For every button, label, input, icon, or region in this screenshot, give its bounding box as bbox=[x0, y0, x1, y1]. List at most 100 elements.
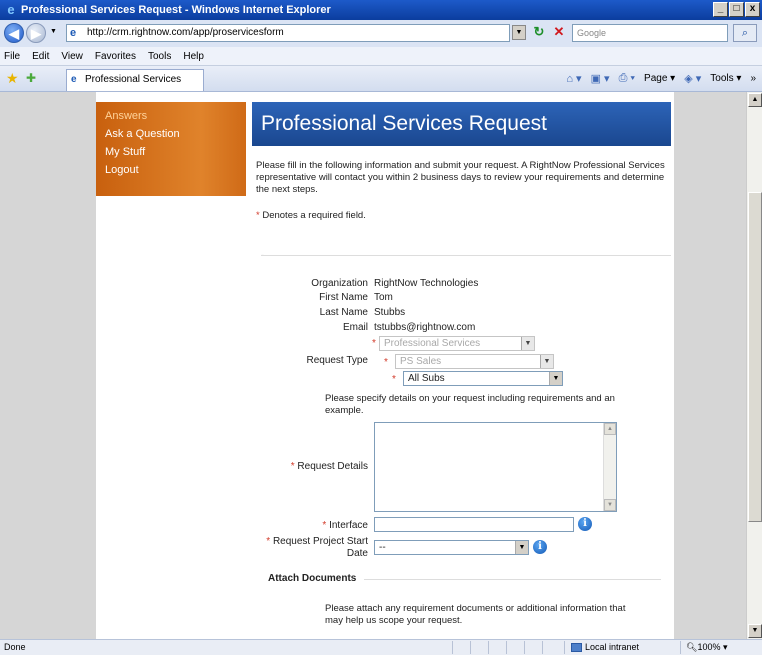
tab-professional-services[interactable]: e Professional Services Request bbox=[66, 69, 204, 105]
zoom-level[interactable]: 🔍︎100% ▾ bbox=[686, 640, 728, 655]
section-divider bbox=[364, 579, 661, 580]
address-url: http://crm.rightnow.com/app/proservicesf… bbox=[87, 27, 284, 38]
tools-menu-label: Tools bbox=[710, 73, 734, 84]
ie-logo-icon: e bbox=[7, 2, 15, 17]
page-menu-label: Page bbox=[644, 73, 668, 84]
interface-input[interactable] bbox=[374, 517, 574, 532]
status-divider bbox=[506, 641, 507, 654]
menu-edit[interactable]: Edit bbox=[32, 51, 49, 62]
scroll-down-icon[interactable]: ▼ bbox=[604, 499, 616, 511]
minimize-button[interactable]: _ bbox=[713, 2, 728, 17]
intro-text: Please fill in the following information… bbox=[256, 160, 665, 195]
scrollbar-thumb[interactable] bbox=[748, 192, 762, 522]
nav-my-stuff[interactable]: My Stuff bbox=[105, 143, 246, 161]
status-bar: Done Local intranet 🔍︎100% ▾ bbox=[0, 639, 762, 655]
page-content: Answers Ask a Question My Stuff Logout P… bbox=[96, 92, 674, 639]
request-details-textarea[interactable]: ▲ ▼ bbox=[374, 422, 617, 512]
search-icon[interactable]: ⌕ bbox=[733, 24, 757, 42]
chevron-more-icon[interactable]: » bbox=[750, 73, 756, 84]
required-note: * Denotes a required field. bbox=[256, 210, 366, 221]
chevron-down-icon: ▼ bbox=[540, 355, 553, 368]
address-dropdown-icon[interactable]: ▼ bbox=[512, 25, 526, 40]
first-name-label: First Name bbox=[319, 292, 368, 303]
required-marker: * bbox=[322, 520, 327, 531]
menu-tools[interactable]: Tools bbox=[148, 51, 171, 62]
page-icon: e bbox=[71, 74, 77, 85]
tools-menu[interactable]: Tools ▾ bbox=[710, 73, 741, 84]
stop-icon[interactable]: ✕ bbox=[551, 24, 567, 40]
menu-help[interactable]: Help bbox=[183, 51, 204, 62]
request-type-label: Request Type bbox=[306, 355, 368, 366]
feeds-icon[interactable]: ▣ ▾ bbox=[591, 72, 610, 85]
maximize-button[interactable]: □ bbox=[729, 2, 744, 17]
print-icon[interactable]: ⎙ ▾ bbox=[619, 72, 635, 85]
request-type-select-3[interactable]: All Subs ▼ bbox=[403, 371, 563, 386]
request-type-select-2[interactable]: PS Sales ▼ bbox=[395, 354, 554, 369]
status-divider bbox=[564, 641, 565, 654]
scroll-up-icon[interactable]: ▲ bbox=[748, 93, 762, 107]
request-type-select-1[interactable]: Professional Services ▼ bbox=[379, 336, 535, 351]
menu-view[interactable]: View bbox=[61, 51, 83, 62]
first-name-value: Tom bbox=[374, 292, 393, 303]
chevron-down-icon: ▼ bbox=[521, 337, 534, 350]
status-divider bbox=[452, 641, 453, 654]
attach-documents-heading: Attach Documents bbox=[268, 573, 357, 584]
safety-icon[interactable]: ◈ ▾ bbox=[684, 72, 701, 85]
start-date-value: -- bbox=[379, 542, 386, 553]
organization-value: RightNow Technologies bbox=[374, 278, 479, 289]
required-note-text: Denotes a required field. bbox=[262, 210, 366, 221]
forward-icon[interactable]: ▶ bbox=[26, 23, 46, 43]
close-button[interactable]: x bbox=[745, 2, 760, 17]
history-dropdown-icon[interactable]: ▼ bbox=[50, 28, 57, 35]
start-date-label: * Request Project Start Date bbox=[246, 536, 368, 560]
nav-ask-question[interactable]: Ask a Question bbox=[105, 125, 246, 143]
security-zone[interactable]: Local intranet bbox=[571, 640, 639, 655]
status-text: Done bbox=[4, 642, 26, 652]
email-value: tstubbs@rightnow.com bbox=[374, 322, 476, 333]
request-type-2-value: PS Sales bbox=[400, 356, 442, 367]
zoom-value: 100% bbox=[697, 642, 721, 652]
details-prompt: Please specify details on your request i… bbox=[325, 393, 615, 416]
window-title: Professional Services Request - Windows … bbox=[21, 4, 331, 16]
required-marker: * bbox=[256, 210, 260, 221]
start-date-select[interactable]: -- ▼ bbox=[374, 540, 529, 555]
menu-favorites[interactable]: Favorites bbox=[95, 51, 136, 62]
start-date-label-line1: Request Project Start bbox=[272, 536, 368, 547]
back-icon[interactable]: ◀ bbox=[4, 23, 24, 43]
search-input[interactable]: Google bbox=[572, 24, 728, 42]
interface-label: * Interface bbox=[246, 520, 368, 531]
status-divider bbox=[488, 641, 489, 654]
status-divider bbox=[542, 641, 543, 654]
required-marker: * bbox=[372, 338, 376, 349]
required-marker: * bbox=[266, 536, 271, 547]
intranet-icon bbox=[571, 643, 582, 652]
interface-label-text: Interface bbox=[329, 520, 368, 531]
textarea-scrollbar[interactable]: ▲ ▼ bbox=[603, 423, 616, 511]
nav-answers[interactable]: Answers bbox=[105, 107, 246, 125]
window-title-bar: e Professional Services Request - Window… bbox=[0, 0, 762, 20]
last-name-value: Stubbs bbox=[374, 307, 406, 318]
request-type-1-value: Professional Services bbox=[384, 338, 481, 349]
refresh-icon[interactable]: ↻ bbox=[531, 24, 547, 40]
page-icon: e bbox=[70, 27, 77, 39]
favorites-star-icon[interactable]: ★ bbox=[6, 71, 19, 85]
required-marker: * bbox=[392, 374, 396, 385]
zone-label: Local intranet bbox=[585, 642, 640, 652]
add-favorite-icon[interactable]: ✚ bbox=[26, 71, 36, 85]
status-divider bbox=[470, 641, 471, 654]
menu-file[interactable]: File bbox=[4, 51, 20, 62]
required-marker: * bbox=[290, 461, 295, 472]
nav-logout[interactable]: Logout bbox=[105, 161, 246, 179]
address-bar[interactable]: e http://crm.rightnow.com/app/proservice… bbox=[66, 24, 510, 42]
address-toolbar: ◀ ▶ ▼ e http://crm.rightnow.com/app/pros… bbox=[0, 20, 762, 47]
scroll-down-icon[interactable]: ▼ bbox=[748, 624, 762, 638]
scroll-up-icon[interactable]: ▲ bbox=[604, 423, 616, 435]
home-icon[interactable]: ⌂ ▾ bbox=[566, 72, 581, 85]
page-scrollbar[interactable]: ▲ ▼ bbox=[746, 92, 762, 639]
chevron-down-icon: ▼ bbox=[515, 541, 528, 554]
required-marker: * bbox=[384, 357, 388, 368]
request-details-label: * Request Details bbox=[246, 461, 368, 472]
page-menu[interactable]: Page ▾ bbox=[644, 73, 675, 84]
info-icon[interactable]: i bbox=[533, 540, 547, 554]
info-icon[interactable]: i bbox=[578, 517, 592, 531]
